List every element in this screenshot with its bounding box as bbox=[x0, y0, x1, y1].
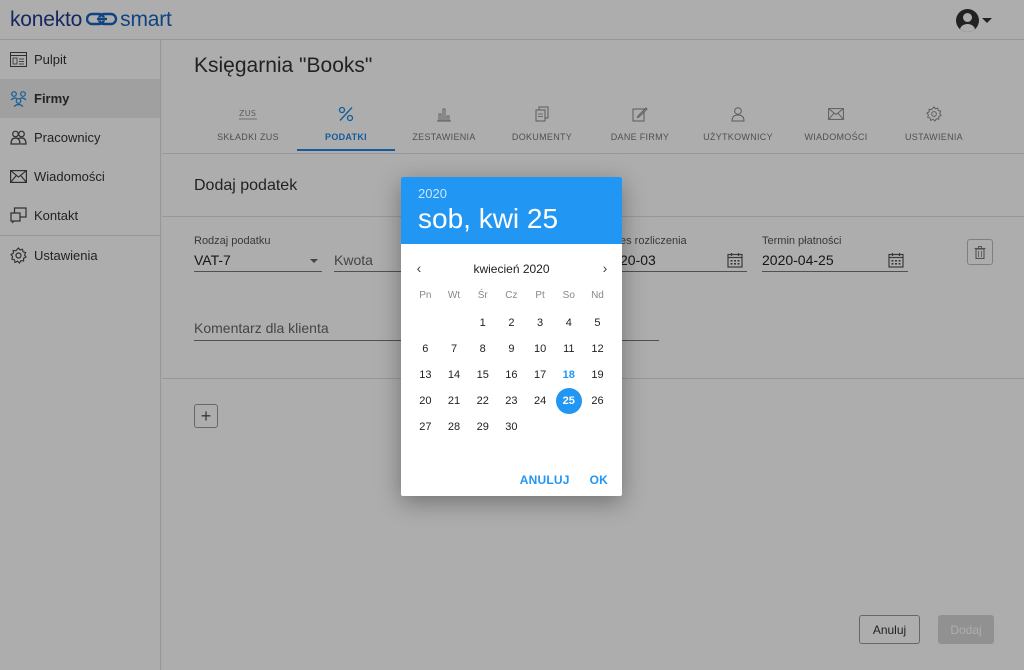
calendar-day-number: 30 bbox=[505, 421, 518, 433]
weekday-label: So bbox=[562, 289, 575, 301]
calendar-empty-cell bbox=[554, 414, 583, 440]
calendar-day-number: 23 bbox=[505, 395, 518, 407]
calendar-day-number: 28 bbox=[447, 421, 461, 433]
calendar-day-number: 24 bbox=[533, 395, 547, 407]
calendar-empty-cell bbox=[583, 414, 612, 440]
calendar-day-number: 13 bbox=[419, 369, 432, 381]
calendar-day[interactable]: 1 bbox=[468, 310, 497, 336]
calendar-day[interactable]: 19 bbox=[583, 362, 612, 388]
calendar-day-number: 12 bbox=[591, 343, 604, 355]
next-month-button[interactable]: › bbox=[598, 260, 612, 276]
calendar-day-number: 1 bbox=[479, 317, 486, 329]
calendar-day[interactable]: 28 bbox=[440, 414, 469, 440]
calendar-day[interactable]: 10 bbox=[526, 336, 555, 362]
month-label: kwiecień 2020 bbox=[473, 262, 550, 276]
calendar-day[interactable]: 4 bbox=[554, 310, 583, 336]
weekday-label: Nd bbox=[591, 289, 604, 301]
calendar-day[interactable]: 2 bbox=[497, 310, 526, 336]
calendar-empty-cell bbox=[440, 310, 469, 336]
calendar-day-number: 5 bbox=[594, 317, 601, 329]
calendar-day-number: 4 bbox=[565, 317, 572, 329]
calendar-day-number: 19 bbox=[591, 369, 604, 381]
calendar-day[interactable]: 29 bbox=[468, 414, 497, 440]
calendar-day[interactable]: 20 bbox=[411, 388, 440, 414]
calendar-day-number: 29 bbox=[476, 421, 489, 433]
calendar-day[interactable]: 24 bbox=[526, 388, 555, 414]
date-picker-dialog: 2020 sob, kwi 25 ‹ kwiecień 2020 › Pn Wt… bbox=[401, 177, 622, 496]
calendar-day-number: 17 bbox=[533, 369, 547, 381]
dialog-actions: ANULUJ OK bbox=[520, 473, 608, 487]
calendar-day-number: 8 bbox=[479, 343, 486, 355]
calendar-day[interactable]: 3 bbox=[526, 310, 555, 336]
weekday-label: Pn bbox=[419, 289, 432, 301]
calendar-day-number: 3 bbox=[537, 317, 544, 329]
calendar-week-row: 6 7 8 9 10 11 12 bbox=[411, 336, 612, 362]
calendar-day-number: 11 bbox=[563, 343, 575, 355]
calendar-day-number: 18 bbox=[562, 369, 575, 381]
calendar-day[interactable]: 11 bbox=[554, 336, 583, 362]
calendar-grid: Pn Wt Śr Cz Pt So Nd 1 2 3 4 5 6 7 8 9 10 11 12 13 14… bbox=[411, 284, 612, 440]
calendar-day[interactable]: 21 bbox=[440, 388, 469, 414]
calendar-day[interactable]: 15 bbox=[468, 362, 497, 388]
calendar-day[interactable]: 12 bbox=[583, 336, 612, 362]
calendar-day-number: 25 bbox=[555, 388, 582, 414]
calendar-week-row: 27 28 29 30 bbox=[411, 414, 612, 440]
calendar-day-today[interactable]: 18 bbox=[554, 362, 583, 388]
calendar-day-number: 20 bbox=[419, 395, 432, 407]
chevron-right-icon: › bbox=[602, 260, 608, 276]
calendar-day-number: 10 bbox=[533, 343, 547, 355]
calendar-week-row: 13 14 15 16 17 18 19 bbox=[411, 362, 612, 388]
calendar-day[interactable]: 16 bbox=[497, 362, 526, 388]
dialog-ok-button[interactable]: OK bbox=[590, 473, 608, 487]
calendar-day-number: 22 bbox=[476, 395, 489, 407]
weekday-label: Śr bbox=[477, 289, 488, 301]
calendar-day-number: 21 bbox=[447, 395, 461, 407]
calendar-day[interactable]: 9 bbox=[497, 336, 526, 362]
calendar-day-number: 15 bbox=[476, 369, 489, 381]
calendar-day-number: 2 bbox=[508, 317, 515, 329]
calendar-day[interactable]: 27 bbox=[411, 414, 440, 440]
selected-date-display: sob, kwi 25 bbox=[418, 203, 559, 234]
calendar-day[interactable]: 17 bbox=[526, 362, 555, 388]
calendar-day[interactable]: 14 bbox=[440, 362, 469, 388]
year-selector[interactable]: 2020 bbox=[418, 186, 622, 201]
calendar-week-row: 1 2 3 4 5 bbox=[411, 310, 612, 336]
calendar-day[interactable]: 23 bbox=[497, 388, 526, 414]
calendar-day-selected[interactable]: 25 bbox=[554, 388, 583, 414]
calendar-week-row: 20 21 22 23 24 25 26 bbox=[411, 388, 612, 414]
calendar-empty-cell bbox=[526, 414, 555, 440]
calendar-empty-cell bbox=[411, 310, 440, 336]
month-navigation: ‹ kwiecień 2020 › bbox=[401, 244, 622, 282]
calendar-day-number: 7 bbox=[450, 343, 458, 355]
calendar-day[interactable]: 30 bbox=[497, 414, 526, 440]
calendar-day[interactable]: 5 bbox=[583, 310, 612, 336]
calendar-day[interactable]: 7 bbox=[440, 336, 469, 362]
calendar-day-number: 16 bbox=[505, 369, 518, 381]
calendar-day-number: 27 bbox=[419, 421, 432, 433]
calendar-day[interactable]: 22 bbox=[468, 388, 497, 414]
calendar-day[interactable]: 6 bbox=[411, 336, 440, 362]
calendar-weeks: 1 2 3 4 5 6 7 8 9 10 11 12 13 14 15 16 17 18 19 20 21 22 23 24 2… bbox=[411, 310, 612, 440]
date-picker-header: 2020 sob, kwi 25 bbox=[401, 177, 622, 244]
calendar-day-number: 26 bbox=[591, 395, 604, 407]
weekday-label: Cz bbox=[505, 289, 518, 301]
weekday-label: Pt bbox=[535, 289, 545, 301]
weekday-label: Wt bbox=[447, 289, 461, 301]
weekday-header: Pn Wt Śr Cz Pt So Nd bbox=[411, 284, 612, 306]
calendar-day-number: 9 bbox=[508, 343, 515, 355]
calendar-day-number: 14 bbox=[447, 369, 461, 381]
calendar-day[interactable]: 8 bbox=[468, 336, 497, 362]
calendar-day[interactable]: 13 bbox=[411, 362, 440, 388]
calendar-day[interactable]: 26 bbox=[583, 388, 612, 414]
dialog-cancel-button[interactable]: ANULUJ bbox=[520, 473, 570, 487]
calendar-day-number: 6 bbox=[422, 343, 429, 355]
